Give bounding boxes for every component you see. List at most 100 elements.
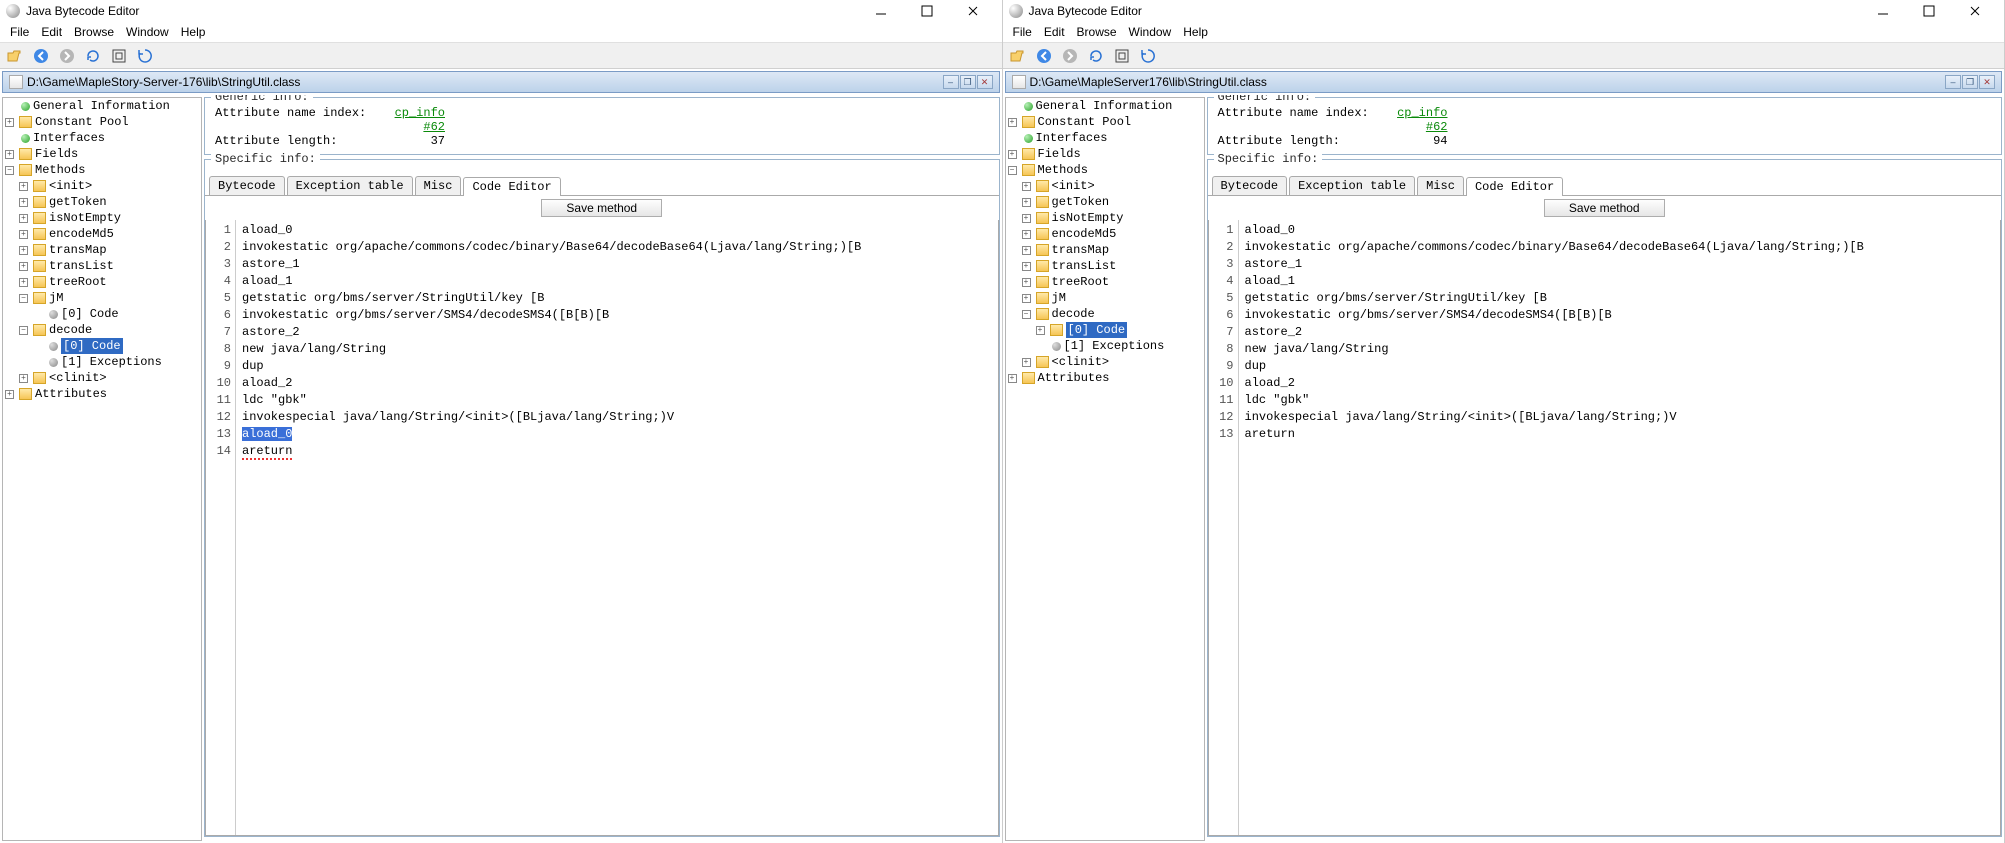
tab-code-editor[interactable]: Code Editor: [1466, 177, 1563, 196]
tree-node[interactable]: [0] Code: [33, 306, 201, 322]
toolbar-open[interactable]: [4, 45, 26, 67]
tree-node[interactable]: +Fields: [5, 146, 201, 162]
tree-node[interactable]: −jM: [19, 290, 201, 306]
code-editor[interactable]: 12345678910111213 aload_0invokestatic or…: [1208, 220, 2002, 836]
close-button[interactable]: [950, 0, 996, 22]
mdi-minimize[interactable]: –: [1945, 75, 1961, 89]
tree-node[interactable]: +transMap: [1022, 242, 1204, 258]
code-line[interactable]: aload_1: [242, 273, 992, 290]
tree-twisty-icon[interactable]: −: [5, 166, 14, 175]
tree-twisty-icon[interactable]: +: [19, 374, 28, 383]
tree-twisty-icon[interactable]: +: [5, 390, 14, 399]
close-button[interactable]: [1952, 0, 1998, 22]
code-line[interactable]: aload_1: [1245, 273, 1995, 290]
tab-code-editor[interactable]: Code Editor: [463, 177, 560, 196]
mdi-tab[interactable]: D:\Game\MapleServer176\lib\StringUtil.cl…: [1005, 71, 2003, 93]
mdi-restore[interactable]: ❐: [960, 75, 976, 89]
tree-twisty-icon[interactable]: [1036, 342, 1045, 351]
tree-twisty-icon[interactable]: −: [19, 294, 28, 303]
tree-twisty-icon[interactable]: +: [19, 230, 28, 239]
tree-twisty-icon[interactable]: +: [19, 278, 28, 287]
code-area[interactable]: aload_0invokestatic org/apache/commons/c…: [1239, 220, 2001, 835]
menu-browse[interactable]: Browse: [68, 23, 120, 41]
tree-node[interactable]: +Attributes: [1008, 370, 1204, 386]
tree-node[interactable]: +jM: [1022, 290, 1204, 306]
toolbar-back[interactable]: [30, 45, 52, 67]
toolbar-forward[interactable]: [1059, 45, 1081, 67]
code-line[interactable]: areturn: [1245, 426, 1995, 443]
tree-node[interactable]: Interfaces: [5, 130, 201, 146]
menu-browse[interactable]: Browse: [1071, 23, 1123, 41]
tree-node[interactable]: +Constant Pool: [5, 114, 201, 130]
tree-twisty-icon[interactable]: [5, 102, 14, 111]
tree-twisty-icon[interactable]: +: [1022, 262, 1031, 271]
mdi-minimize[interactable]: –: [943, 75, 959, 89]
tree-twisty-icon[interactable]: +: [1022, 294, 1031, 303]
code-line[interactable]: ldc "gbk": [242, 392, 992, 409]
toolbar-back[interactable]: [1033, 45, 1055, 67]
menu-edit[interactable]: Edit: [35, 23, 68, 41]
attr-name-idx-value[interactable]: cp_info #62: [1388, 106, 1448, 134]
tree-twisty-icon[interactable]: +: [5, 118, 14, 127]
tree-twisty-icon[interactable]: −: [1008, 166, 1017, 175]
tree-twisty-icon[interactable]: +: [19, 262, 28, 271]
code-line[interactable]: aload_0: [1245, 222, 1995, 239]
tree-node[interactable]: [1] Exceptions: [1036, 338, 1204, 354]
tree-node[interactable]: −decode: [19, 322, 201, 338]
tree-twisty-icon[interactable]: −: [1022, 310, 1031, 319]
tree-pane[interactable]: General Information+Constant PoolInterfa…: [2, 97, 202, 841]
toolbar-reload[interactable]: [1137, 45, 1159, 67]
code-line[interactable]: aload_2: [1245, 375, 1995, 392]
mdi-restore[interactable]: ❐: [1962, 75, 1978, 89]
toolbar-inspect[interactable]: [108, 45, 130, 67]
attr-name-idx-value[interactable]: cp_info #62: [385, 106, 445, 134]
tree-node[interactable]: +Attributes: [5, 386, 201, 402]
tree-node[interactable]: +getToken: [19, 194, 201, 210]
tree-node[interactable]: [1] Exceptions: [33, 354, 201, 370]
tree-node[interactable]: +<clinit>: [19, 370, 201, 386]
tree-twisty-icon[interactable]: +: [19, 198, 28, 207]
tab-bytecode[interactable]: Bytecode: [209, 176, 285, 195]
code-line[interactable]: astore_1: [1245, 256, 1995, 273]
tree-twisty-icon[interactable]: +: [19, 182, 28, 191]
code-line[interactable]: astore_1: [242, 256, 992, 273]
tab-bytecode[interactable]: Bytecode: [1212, 176, 1288, 195]
menu-window[interactable]: Window: [120, 23, 175, 41]
tree-node[interactable]: +[0] Code: [1036, 322, 1204, 338]
minimize-button[interactable]: [1860, 0, 1906, 22]
tree-node[interactable]: −decode: [1022, 306, 1204, 322]
tree-twisty-icon[interactable]: [33, 358, 42, 367]
tab-misc[interactable]: Misc: [1417, 176, 1464, 195]
tree-twisty-icon[interactable]: [5, 134, 14, 143]
toolbar-open[interactable]: [1007, 45, 1029, 67]
menu-file[interactable]: File: [1007, 23, 1038, 41]
class-tree[interactable]: General Information+Constant PoolInterfa…: [3, 98, 201, 402]
code-editor[interactable]: 1234567891011121314 aload_0invokestatic …: [205, 220, 999, 836]
menu-file[interactable]: File: [4, 23, 35, 41]
toolbar-refresh[interactable]: [82, 45, 104, 67]
tree-twisty-icon[interactable]: −: [19, 326, 28, 335]
code-line[interactable]: new java/lang/String: [1245, 341, 1995, 358]
tree-twisty-icon[interactable]: +: [19, 214, 28, 223]
code-line[interactable]: astore_2: [1245, 324, 1995, 341]
tree-twisty-icon[interactable]: [33, 310, 42, 319]
tree-twisty-icon[interactable]: +: [1022, 278, 1031, 287]
tree-node[interactable]: +transMap: [19, 242, 201, 258]
tree-node[interactable]: +isNotEmpty: [1022, 210, 1204, 226]
tree-twisty-icon[interactable]: +: [1022, 198, 1031, 207]
code-line[interactable]: invokespecial java/lang/String/<init>([B…: [1245, 409, 1995, 426]
mdi-close[interactable]: ✕: [1979, 75, 1995, 89]
tree-node[interactable]: +isNotEmpty: [19, 210, 201, 226]
menu-window[interactable]: Window: [1123, 23, 1178, 41]
tree-node[interactable]: +<init>: [1022, 178, 1204, 194]
tab-exception-table[interactable]: Exception table: [1289, 176, 1415, 195]
toolbar-reload[interactable]: [134, 45, 156, 67]
tree-node[interactable]: +getToken: [1022, 194, 1204, 210]
code-line[interactable]: aload_0: [242, 426, 992, 443]
tree-twisty-icon[interactable]: +: [1008, 150, 1017, 159]
tab-misc[interactable]: Misc: [415, 176, 462, 195]
tree-node[interactable]: +transList: [1022, 258, 1204, 274]
tree-node[interactable]: −Methods: [1008, 162, 1204, 178]
code-line[interactable]: dup: [1245, 358, 1995, 375]
code-line[interactable]: aload_2: [242, 375, 992, 392]
